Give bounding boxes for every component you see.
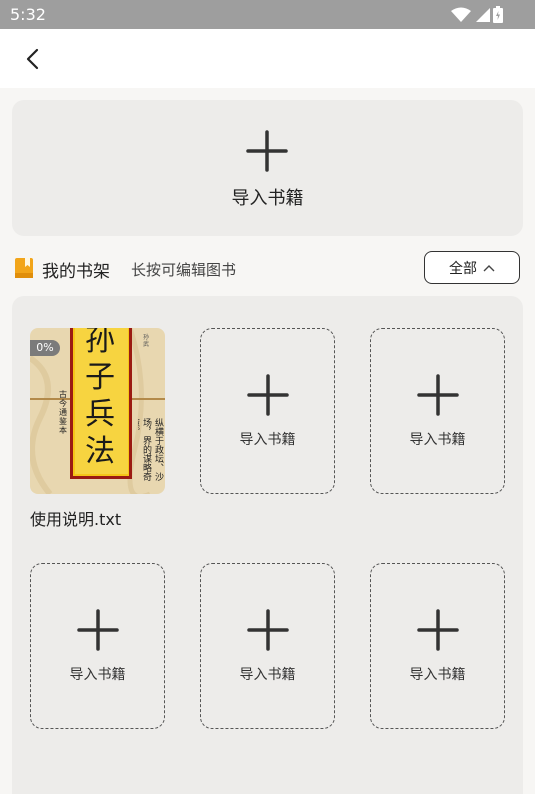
filter-label: 全部: [449, 260, 477, 277]
import-book-slot-label: 导入书籍: [239, 667, 296, 683]
plus-icon: [247, 374, 289, 416]
import-book-slot-label: 导入书籍: [69, 667, 126, 683]
wifi-icon: [451, 7, 471, 22]
reading-progress-badge: 0%: [30, 340, 60, 356]
cover-title: 孙 子 兵 法: [78, 328, 122, 470]
shelf-title: 我的书架: [42, 262, 110, 282]
cover-title-char: 兵: [85, 397, 115, 432]
chevron-up-icon: [483, 264, 495, 271]
cover-subtitle: 古今通鉴本: [59, 390, 67, 435]
plus-icon: [247, 609, 289, 651]
import-book-label: 导入书籍: [231, 188, 304, 209]
shelf-hint: 长按可编辑图书: [131, 261, 237, 279]
import-book-slot[interactable]: 导入书籍: [200, 563, 335, 729]
plus-icon: [246, 130, 288, 172]
plus-icon: [77, 609, 119, 651]
battery-icon: [493, 6, 503, 23]
cover-title-char: 法: [85, 434, 115, 469]
plus-icon: [417, 609, 459, 651]
import-book-slot[interactable]: 导入书籍: [370, 563, 505, 729]
back-button[interactable]: [14, 41, 50, 77]
filter-dropdown-button[interactable]: 全部: [424, 251, 520, 284]
shelf-header: 我的书架 长按可编辑图书 全部: [0, 250, 535, 286]
chevron-left-icon: [26, 48, 39, 70]
import-book-slot-label: 导入书籍: [409, 667, 466, 683]
status-icons: [451, 6, 503, 23]
bookshelf-icon: [15, 258, 33, 278]
status-time: 5:32: [10, 5, 46, 24]
import-book-slot[interactable]: 导入书籍: [370, 328, 505, 494]
import-book-slot[interactable]: 导入书籍: [30, 563, 165, 729]
cover-title-char: 子: [85, 360, 115, 395]
status-bar: 5:32: [0, 0, 535, 29]
book-title[interactable]: 使用说明.txt: [30, 506, 121, 530]
plus-icon: [417, 374, 459, 416]
cover-tagline: 纵横于政坛、沙场，界的谋略奇策。: [138, 418, 163, 481]
import-book-slot-label: 导入书籍: [409, 432, 466, 448]
import-book-slot[interactable]: 导入书籍: [200, 328, 335, 494]
import-book-slot-label: 导入书籍: [239, 432, 296, 448]
signal-icon: [476, 7, 490, 22]
book-cover[interactable]: 孙 子 兵 法 古今通鉴本 孙武 纵横于政坛、沙场，界的谋略奇策。 0%: [30, 328, 165, 494]
cover-author: 孙武: [143, 334, 150, 348]
app-bar: [0, 29, 535, 88]
import-book-card[interactable]: 导入书籍: [12, 100, 523, 236]
cover-title-char: 孙: [85, 328, 115, 358]
